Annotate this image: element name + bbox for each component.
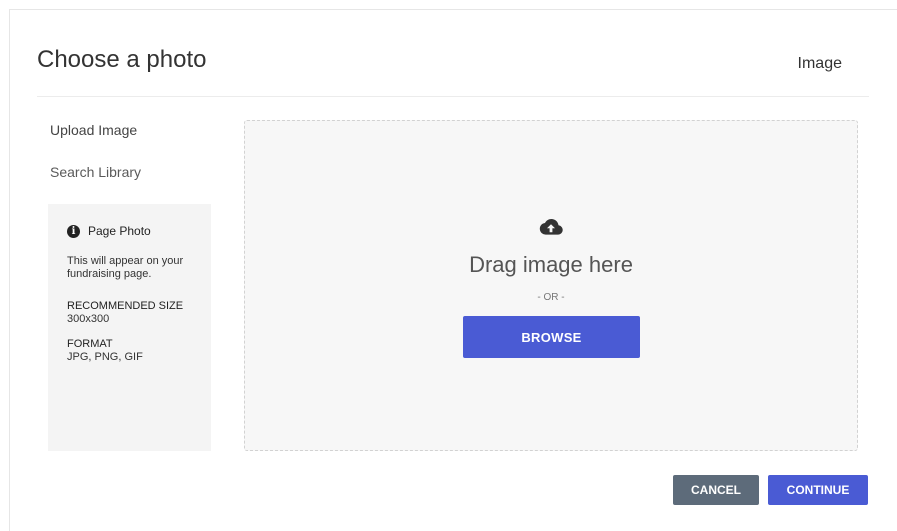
- header-label: Image: [797, 55, 842, 72]
- format-label: FORMAT: [67, 338, 113, 350]
- info-title: Page Photo: [88, 224, 151, 238]
- modal-header: Choose a photo Image: [37, 10, 869, 97]
- size-label: RECOMMENDED SIZE: [67, 300, 184, 312]
- cancel-button[interactable]: CANCEL: [673, 475, 759, 505]
- nav-upload-image[interactable]: Upload Image: [50, 122, 137, 138]
- or-divider: - OR -: [537, 292, 565, 303]
- image-dropzone[interactable]: Drag image here - OR - BROWSE: [244, 120, 858, 451]
- info-description: This will appear on your fundraising pag…: [67, 255, 184, 280]
- cloud-upload-icon: [539, 219, 563, 235]
- photo-modal: Choose a photo Image Upload Image Search…: [9, 9, 897, 531]
- info-heading: i Page Photo: [67, 224, 151, 238]
- continue-button[interactable]: CONTINUE: [768, 475, 868, 505]
- browse-button[interactable]: BROWSE: [463, 316, 640, 358]
- page-title: Choose a photo: [37, 46, 207, 73]
- size-value: 300x300: [67, 313, 110, 325]
- format-value: JPG, PNG, GIF: [67, 351, 143, 363]
- info-icon: i: [67, 224, 80, 238]
- drag-text: Drag image here: [469, 252, 633, 277]
- info-panel: i Page Photo This will appear on your fu…: [48, 204, 211, 451]
- nav-search-library[interactable]: Search Library: [50, 164, 141, 180]
